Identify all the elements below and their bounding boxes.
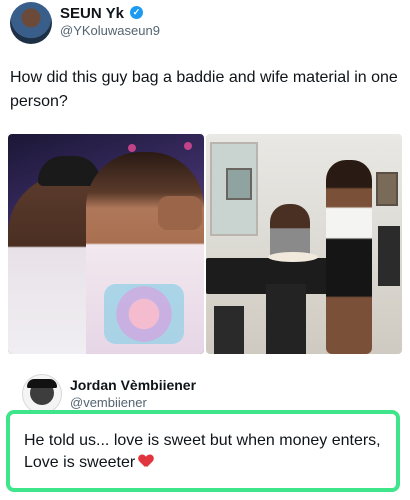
quote-author-name[interactable]: Jordan Vèmbiiener xyxy=(70,377,196,393)
dining-room-photo[interactable] xyxy=(206,134,402,354)
reply-line-1: He told us... love is sweet but when mon… xyxy=(24,432,381,449)
post-text: How did this guy bag a baddie and wife m… xyxy=(10,69,398,110)
verified-badge-icon: ✓ xyxy=(130,6,143,19)
author-name[interactable]: SEUN Yk xyxy=(60,5,124,22)
food-plates xyxy=(268,252,318,262)
bar-stool xyxy=(378,226,400,286)
dining-chair xyxy=(266,284,306,354)
hand-shape xyxy=(158,196,202,230)
quote-card: Jordan Vèmbiiener @vembiiener xyxy=(12,374,398,414)
highlighted-reply: He told us... love is sweet but when mon… xyxy=(6,410,400,492)
party-light xyxy=(184,142,192,150)
cap-shape xyxy=(38,156,100,186)
reply-line-2: Love is sweeter xyxy=(24,454,136,471)
wall-frame xyxy=(226,168,252,200)
quote-author-handle[interactable]: @vembiiener xyxy=(70,395,147,410)
couple-selfie-photo[interactable] xyxy=(8,134,204,354)
red-heart-icon xyxy=(139,455,153,468)
standing-woman-figure xyxy=(326,160,372,354)
author-avatar[interactable] xyxy=(10,2,52,44)
dining-chair xyxy=(214,306,244,354)
wall-frame xyxy=(376,172,398,206)
avatar-hat xyxy=(27,379,57,388)
quote-author-avatar[interactable] xyxy=(22,374,62,414)
reply-text: He told us... love is sweet but when mon… xyxy=(24,430,394,474)
post-header: SEUN Yk ✓ @YKoluwaseun9 xyxy=(10,2,400,46)
hoodie-print xyxy=(104,284,184,344)
post-media xyxy=(8,134,402,354)
party-light xyxy=(128,144,136,152)
author-handle[interactable]: @YKoluwaseun9 xyxy=(60,23,160,38)
